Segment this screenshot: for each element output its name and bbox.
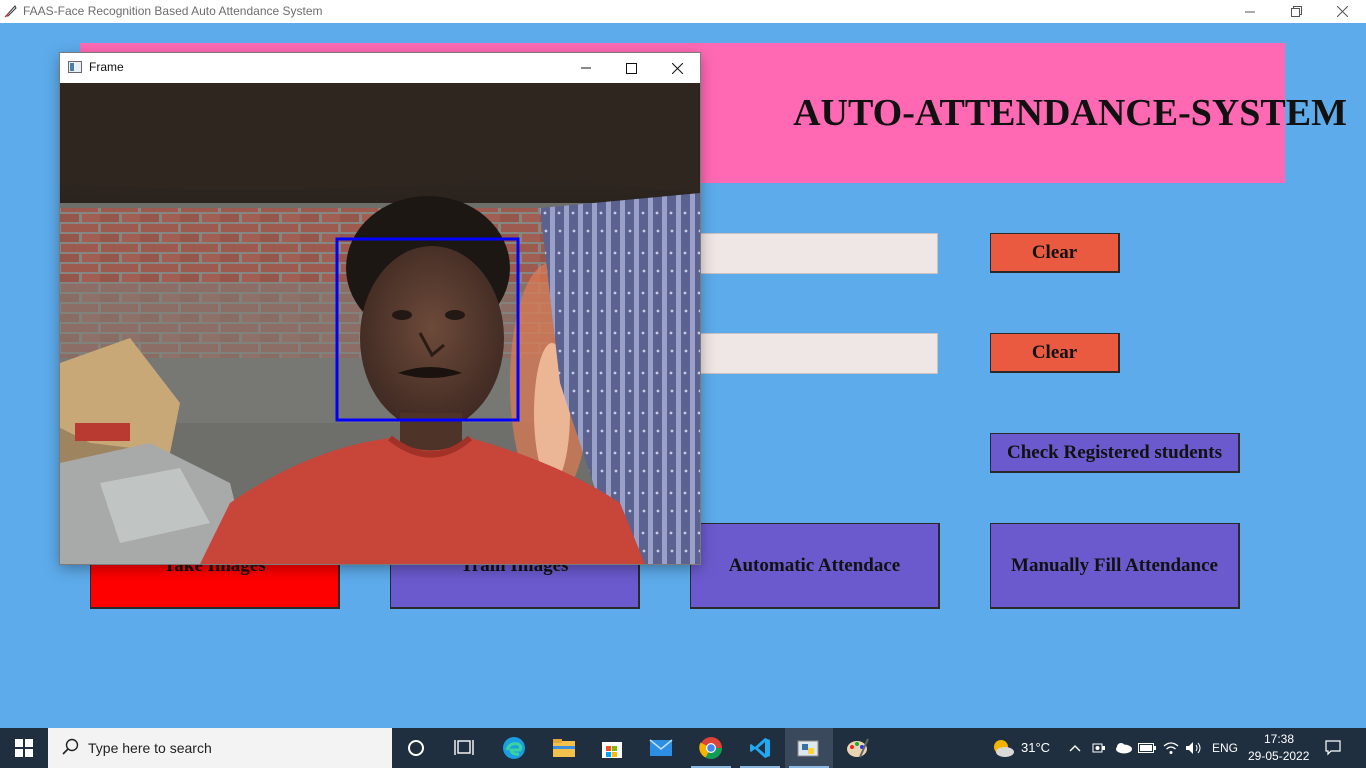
maximize-icon <box>625 62 637 74</box>
volume-icon <box>1186 742 1201 754</box>
feather-icon <box>4 5 17 18</box>
wifi-button[interactable] <box>1161 728 1181 768</box>
chrome-button[interactable] <box>687 728 735 768</box>
window-title: FAAS-Face Recognition Based Auto Attenda… <box>23 4 323 18</box>
store-icon <box>602 742 622 758</box>
page-title: AUTO-ATTENDANCE-SYSTEM <box>793 92 1347 134</box>
cortana-icon <box>408 740 424 756</box>
frame-minimize-button[interactable] <box>563 53 609 83</box>
window-app-icon <box>68 61 82 73</box>
frame-maximize-button[interactable] <box>608 53 654 83</box>
frame-title-bar[interactable]: Frame <box>60 53 700 83</box>
battery-icon <box>1138 743 1156 753</box>
close-icon <box>671 62 683 74</box>
minimize-button[interactable] <box>1227 0 1273 23</box>
restore-icon <box>1290 6 1302 17</box>
weather-widget[interactable] <box>990 728 1016 768</box>
show-hidden-icons-button[interactable] <box>1066 728 1084 768</box>
webcam-feed <box>60 83 700 564</box>
taskbar: Type here to search 31°C ENG 17:38 29-05… <box>0 728 1366 768</box>
paint-button[interactable] <box>834 728 882 768</box>
onedrive-button[interactable] <box>1113 728 1133 768</box>
battery-button[interactable] <box>1137 728 1157 768</box>
vscode-button[interactable] <box>736 728 784 768</box>
chevron-up-icon <box>1069 745 1081 752</box>
python-app-button[interactable] <box>785 728 833 768</box>
taskbar-search-box[interactable]: Type here to search <box>48 728 392 768</box>
tray-camera-button[interactable] <box>1090 728 1108 768</box>
manual-attendance-button[interactable]: Manually Fill Attendance <box>990 523 1240 609</box>
cortana-button[interactable] <box>392 728 440 768</box>
clear-enrollment-button[interactable]: Clear <box>990 233 1120 273</box>
frame-close-button[interactable] <box>654 53 700 83</box>
wifi-icon <box>1163 742 1179 754</box>
start-button[interactable] <box>0 728 48 768</box>
vscode-icon <box>750 738 770 758</box>
file-explorer-icon <box>553 739 575 757</box>
clear-name-button[interactable]: Clear <box>990 333 1120 373</box>
input-language[interactable]: ENG <box>1212 741 1238 755</box>
sun-cloud-icon <box>994 740 1014 757</box>
notification-center-button[interactable] <box>1318 728 1348 768</box>
windows-logo-icon <box>15 739 33 757</box>
edge-button[interactable] <box>490 728 538 768</box>
volume-button[interactable] <box>1184 728 1204 768</box>
cloud-icon <box>1116 743 1132 754</box>
task-view-button[interactable] <box>440 728 488 768</box>
restore-button[interactable] <box>1273 0 1319 23</box>
clock-time[interactable]: 17:38 <box>1264 732 1294 746</box>
store-button[interactable] <box>588 728 636 768</box>
file-explorer-button[interactable] <box>540 728 588 768</box>
automatic-attendance-button[interactable]: Automatic Attendace <box>690 523 940 609</box>
task-view-icon <box>454 740 474 755</box>
main-title-bar[interactable]: FAAS-Face Recognition Based Auto Attenda… <box>0 0 1366 23</box>
close-icon <box>1336 6 1348 17</box>
close-button[interactable] <box>1319 0 1365 23</box>
search-placeholder: Type here to search <box>88 740 212 756</box>
search-icon <box>62 738 79 755</box>
camera-icon <box>1092 743 1105 753</box>
minimize-icon <box>1245 11 1255 12</box>
python-icon <box>797 740 819 757</box>
notification-icon <box>1325 740 1341 756</box>
edge-icon <box>503 737 525 759</box>
mail-button[interactable] <box>637 728 685 768</box>
weather-temperature[interactable]: 31°C <box>1021 740 1050 755</box>
mail-icon <box>649 739 673 756</box>
check-registered-students-button[interactable]: Check Registered students <box>990 433 1240 473</box>
chrome-icon <box>699 737 722 759</box>
paint-icon <box>847 738 869 758</box>
camera-frame-window[interactable]: Frame <box>60 53 700 564</box>
minimize-icon <box>581 67 591 69</box>
clock-date[interactable]: 29-05-2022 <box>1248 749 1309 763</box>
frame-window-title: Frame <box>89 60 124 74</box>
